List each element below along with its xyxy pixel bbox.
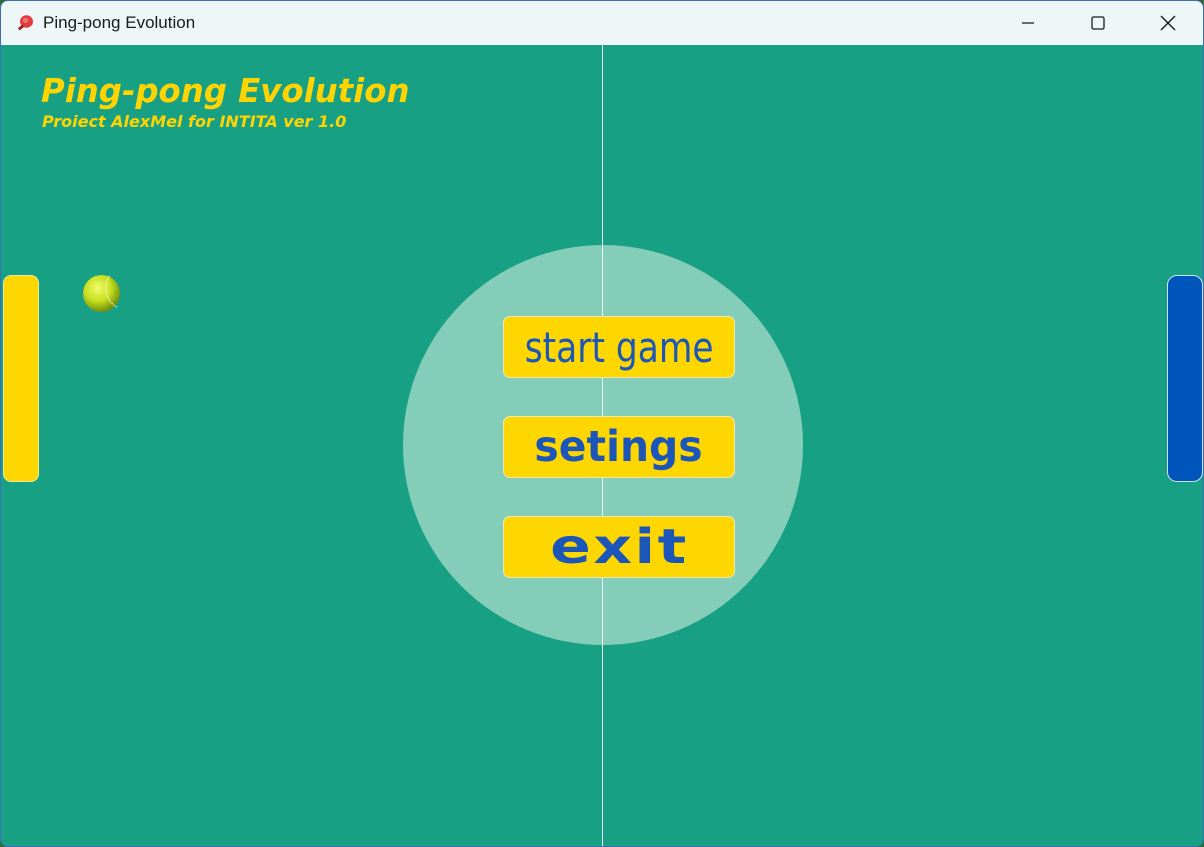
game-field[interactable]: Ping-pong Evolution Proiect AlexMel for … xyxy=(1,45,1203,846)
start-game-button[interactable]: start game xyxy=(503,316,735,378)
start-game-label: start game xyxy=(524,322,714,372)
game-title: Ping-pong Evolution xyxy=(41,71,410,110)
exit-label: exit xyxy=(549,519,689,575)
minimize-button[interactable] xyxy=(993,1,1063,45)
tennis-ball-icon xyxy=(82,274,121,313)
maximize-icon xyxy=(1091,16,1105,30)
ping-pong-paddle-icon xyxy=(16,14,34,32)
game-window: Ping-pong Evolution Ping-pong Evolution … xyxy=(0,0,1204,847)
settings-label: setings xyxy=(534,422,704,472)
maximize-button[interactable] xyxy=(1063,1,1133,45)
left-paddle xyxy=(3,275,39,482)
close-button[interactable] xyxy=(1133,1,1203,45)
window-controls xyxy=(993,1,1203,45)
close-icon xyxy=(1160,15,1176,31)
title-bar[interactable]: Ping-pong Evolution xyxy=(1,1,1203,45)
minimize-icon xyxy=(1022,22,1034,24)
game-subtitle: Proiect AlexMel for INTITA ver 1.0 xyxy=(42,112,347,131)
window-title: Ping-pong Evolution xyxy=(43,13,196,32)
exit-button[interactable]: exit xyxy=(503,516,735,578)
settings-button[interactable]: setings xyxy=(503,416,735,478)
right-paddle xyxy=(1167,275,1203,482)
